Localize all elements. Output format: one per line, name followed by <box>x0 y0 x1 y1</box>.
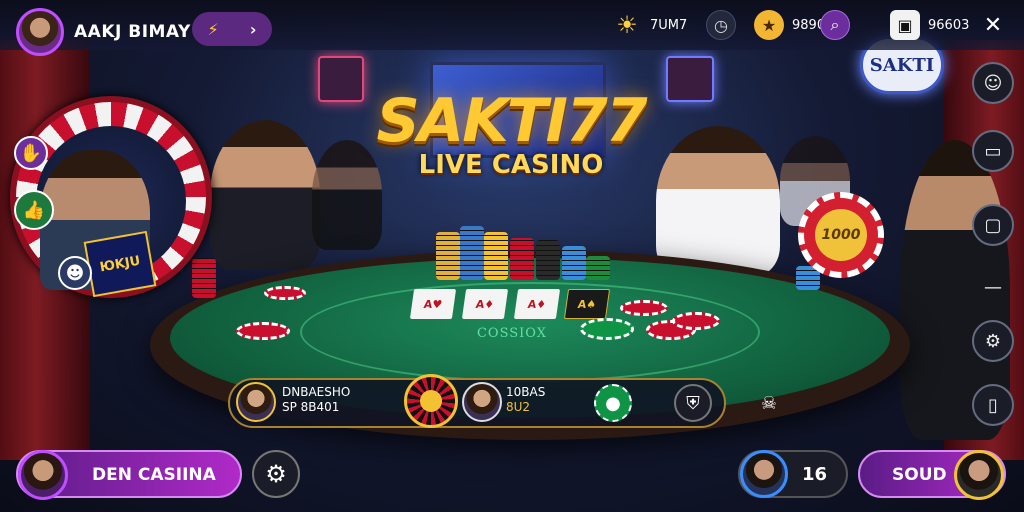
skull-icon[interactable]: ☠ <box>750 384 788 422</box>
coin-icon: ★ <box>754 10 784 40</box>
hud-search[interactable]: ⌕ <box>820 10 850 40</box>
table-felt-label: COSSIOX <box>476 326 547 341</box>
chip-icon[interactable]: ● <box>594 384 632 422</box>
game-logo: SAKTI77 LIVE CASINO <box>376 86 648 180</box>
sound-button[interactable]: SOUD <box>858 450 1006 500</box>
player-figure-center-back <box>312 140 382 250</box>
logo-title: SAKTI77 <box>376 86 648 156</box>
chip-stack-blue[interactable] <box>460 226 484 280</box>
casino-button-label: DEN CASIINA <box>92 465 216 485</box>
player-name: AAKJ BIMAY <box>74 22 191 42</box>
player-2-name: 10BAS <box>506 385 546 399</box>
hand-icon[interactable]: ✋ <box>14 136 48 170</box>
hud-sun-value: 7UM7 <box>650 17 688 33</box>
wheel-promo-card[interactable]: ЮKJU <box>83 230 157 298</box>
chip-stack-left[interactable] <box>192 258 216 298</box>
hud-wallet[interactable]: ▣ 96603 <box>890 10 969 40</box>
table-card-2[interactable]: A♦ <box>461 289 509 319</box>
sound-button-label: SOUD <box>892 465 947 485</box>
gear-icon[interactable]: ⚙ <box>252 450 300 498</box>
sun-icon: ☀ <box>616 11 638 39</box>
emoji-icon[interactable]: ☺ <box>972 62 1014 104</box>
big-bet-chip[interactable]: 1000 <box>798 192 884 278</box>
big-bet-chip-label: 1000 <box>815 209 867 261</box>
thumbs-up-icon[interactable]: 👍 <box>14 190 54 230</box>
chip-stack-gold-2[interactable] <box>484 232 508 280</box>
chevron-right-icon[interactable]: › <box>250 20 257 39</box>
chip-stack-red[interactable] <box>510 238 534 280</box>
search-icon[interactable]: ⌕ <box>820 10 850 40</box>
player-profile[interactable]: AAKJ BIMAY <box>16 8 191 56</box>
nav-pill[interactable]: ⚡ › <box>192 12 272 46</box>
close-icon[interactable]: ✕ <box>978 10 1008 40</box>
table-card-1[interactable]: A♥ <box>409 289 457 319</box>
chip-red-1[interactable] <box>264 286 306 300</box>
player-avatar[interactable] <box>16 8 64 56</box>
menu-line-icon[interactable]: — <box>972 266 1014 308</box>
chip-stack-blue-2[interactable] <box>562 246 586 280</box>
mascot-icon[interactable]: ☻ <box>58 256 92 290</box>
player-2-avatar[interactable] <box>462 382 502 422</box>
bolt-icon[interactable]: ⚡ <box>208 20 219 39</box>
player-2-info: 10BAS 8U2 <box>506 385 545 415</box>
bookmark-icon[interactable]: ▯ <box>972 384 1014 426</box>
settings-icon[interactable]: ⚙ <box>972 320 1014 362</box>
chip-stack-black[interactable] <box>536 240 560 280</box>
table-card-3[interactable]: A♦ <box>513 289 561 319</box>
player-1-info: DNBAESHO SP 8B401 <box>282 385 350 415</box>
player-2-value: 8U2 <box>506 400 531 414</box>
chip-green-1[interactable] <box>580 318 634 340</box>
screen-icon[interactable]: ▢ <box>972 204 1014 246</box>
neon-sign-left <box>318 56 364 102</box>
chip-stack-gold[interactable] <box>436 232 460 280</box>
shield-icon[interactable]: ⛨ <box>674 384 712 422</box>
camera-icon[interactable]: ▣ <box>890 10 920 40</box>
hud-coins: ★ 9890 <box>754 10 825 40</box>
chat-icon[interactable]: ▭ <box>972 130 1014 172</box>
chip-stack-green[interactable] <box>586 256 610 280</box>
table-card-4[interactable]: A♠ <box>563 289 611 319</box>
player-1-value: SP 8B401 <box>282 400 340 414</box>
clock-icon[interactable]: ◷ <box>706 10 736 40</box>
bet-button-label: 16 <box>802 464 828 485</box>
hud-close[interactable]: ✕ <box>978 10 1008 40</box>
chip-red-5[interactable] <box>672 312 720 330</box>
player-figure-left <box>210 120 320 270</box>
hud-sun: ☀ 7UM7 <box>612 10 687 40</box>
player-1-avatar[interactable] <box>236 382 276 422</box>
chip-red-3[interactable] <box>620 300 668 316</box>
roulette-icon[interactable] <box>404 374 458 428</box>
casino-avatar <box>18 450 68 500</box>
hud-timer[interactable]: ◷ <box>706 10 736 40</box>
bet-button[interactable]: 16 <box>738 450 848 498</box>
chip-red-2[interactable] <box>236 322 290 340</box>
player-figure-right <box>656 126 780 276</box>
casino-button[interactable]: DEN CASIINA <box>16 450 242 500</box>
sound-avatar <box>954 450 1004 500</box>
bet-avatar <box>740 450 788 498</box>
hud-wallet-value: 96603 <box>928 17 970 33</box>
neon-sign-right <box>666 56 714 102</box>
player-1-name: DNBAESHO <box>282 385 351 399</box>
